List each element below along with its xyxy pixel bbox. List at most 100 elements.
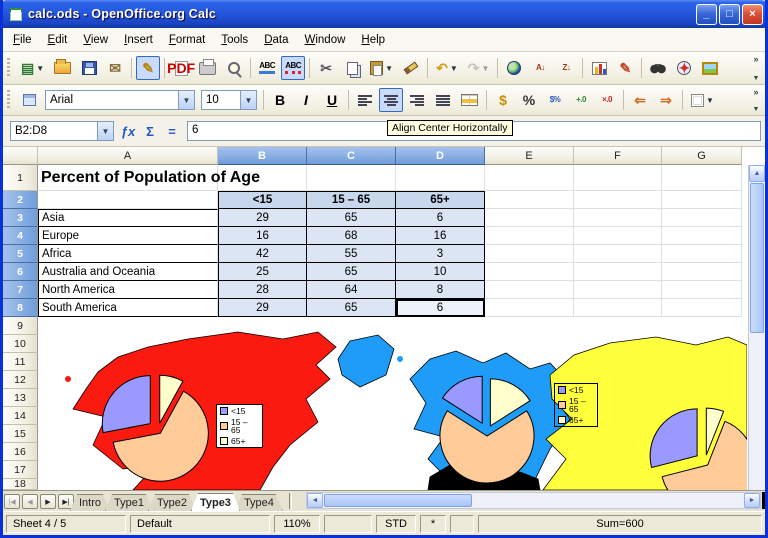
hyperlink-button[interactable] [502, 56, 526, 80]
page-preview-button[interactable] [222, 56, 246, 80]
cell-G8[interactable] [662, 299, 742, 317]
cell-G2[interactable] [662, 191, 742, 209]
first-sheet-button[interactable]: |◀ [4, 494, 20, 509]
paste-button[interactable]: ▼ [366, 56, 397, 80]
row-header-17[interactable]: 17 [3, 461, 38, 479]
delete-decimal-button[interactable]: ×.0 [595, 88, 619, 112]
align-right-button[interactable] [405, 88, 429, 112]
cell-reference[interactable]: B2:D8 [11, 125, 97, 137]
row-header-13[interactable]: 13 [3, 389, 38, 407]
font-name-value[interactable]: Arial [46, 94, 178, 106]
cell-B2[interactable]: <15 [218, 191, 307, 209]
underline-button[interactable]: U [320, 88, 344, 112]
cell-C4[interactable]: 68 [307, 227, 396, 245]
cell-C3[interactable]: 65 [307, 209, 396, 227]
row-header-14[interactable]: 14 [3, 407, 38, 425]
sort-ascending-button[interactable]: A↓ [528, 56, 552, 80]
export-pdf-button[interactable]: PDF [169, 56, 193, 80]
redo-button[interactable]: ↷▼ [464, 56, 494, 80]
merge-cells-button[interactable] [457, 88, 482, 112]
toolbar-grip[interactable] [7, 90, 12, 110]
sheet-tab-type4[interactable]: Type4 [235, 494, 283, 511]
restore-button[interactable]: □ [719, 4, 740, 25]
page-style[interactable]: Default [130, 515, 270, 533]
cell-E3[interactable] [485, 209, 574, 227]
cell-F3[interactable] [574, 209, 662, 227]
horizontal-scroll-thumb[interactable] [324, 494, 472, 507]
cell-A6[interactable]: Australia and Oceania [38, 263, 218, 281]
row-header-2[interactable]: 2 [3, 191, 38, 209]
percent-format-button[interactable]: % [517, 88, 541, 112]
spellcheck-button[interactable]: ABC [255, 56, 279, 80]
scroll-left-icon[interactable]: ◄ [307, 493, 323, 508]
scroll-up-icon[interactable]: ▲ [749, 165, 765, 182]
menu-data[interactable]: Data [256, 31, 296, 49]
cell-D7[interactable]: 8 [396, 281, 485, 299]
row-header-12[interactable]: 12 [3, 371, 38, 389]
find-button[interactable] [646, 56, 670, 80]
draw-functions-button[interactable]: ✎ [613, 56, 637, 80]
borders-button[interactable]: ▼ [687, 88, 718, 112]
horizontal-scroll-track[interactable] [473, 493, 744, 508]
toolbar-grip[interactable] [7, 58, 12, 78]
cell-F8[interactable] [574, 299, 662, 317]
close-button[interactable]: × [742, 4, 763, 25]
row-header-15[interactable]: 15 [3, 425, 38, 443]
align-left-button[interactable] [353, 88, 377, 112]
align-justified-button[interactable] [431, 88, 455, 112]
dropdown-arrow-icon[interactable]: ▼ [481, 64, 489, 73]
cell-G4[interactable] [662, 227, 742, 245]
cell-B6[interactable]: 25 [218, 263, 307, 281]
overflow-down-icon[interactable]: ▼ [753, 106, 760, 113]
italic-button[interactable]: I [294, 88, 318, 112]
previous-sheet-button[interactable]: ◀ [22, 494, 38, 509]
chart-legend[interactable]: <1515 – 6565+ [554, 383, 598, 427]
embedded-chart[interactable]: <1515 – 6565+ <1515 – 6565+ [38, 317, 747, 490]
name-box[interactable]: B2:D8 ▼ [10, 121, 114, 141]
gallery-button[interactable] [698, 56, 722, 80]
cell-B8[interactable]: 29 [218, 299, 307, 317]
cell-D4[interactable]: 16 [396, 227, 485, 245]
row-header-10[interactable]: 10 [3, 335, 38, 353]
cut-button[interactable]: ✂ [314, 56, 338, 80]
sum-button[interactable]: Σ [139, 121, 161, 141]
navigator-button[interactable]: ✦ [672, 56, 696, 80]
column-header-E[interactable]: E [485, 147, 574, 165]
cell-E1[interactable] [485, 165, 574, 191]
styles-window-button[interactable] [17, 88, 41, 112]
cell-C6[interactable]: 65 [307, 263, 396, 281]
edit-file-button[interactable]: ✎ [136, 56, 160, 80]
column-header-A[interactable]: A [38, 147, 218, 165]
add-decimal-button[interactable]: +.0 [569, 88, 593, 112]
scroll-right-icon[interactable]: ► [744, 493, 760, 508]
cell-F4[interactable] [574, 227, 662, 245]
cell-G6[interactable] [662, 263, 742, 281]
column-header-G[interactable]: G [662, 147, 742, 165]
cell-B4[interactable]: 16 [218, 227, 307, 245]
overflow-chevron-icon[interactable]: » [753, 54, 758, 64]
cell-D6[interactable]: 10 [396, 263, 485, 281]
last-sheet-button[interactable]: ▶| [58, 494, 74, 509]
cell-C7[interactable]: 64 [307, 281, 396, 299]
toolbar-overflow[interactable]: » ▼ [749, 87, 763, 113]
row-header-7[interactable]: 7 [3, 281, 38, 299]
open-button[interactable] [50, 56, 75, 80]
insert-mode[interactable] [324, 515, 372, 533]
align-center-button[interactable] [379, 88, 403, 112]
dropdown-arrow-icon[interactable]: ▼ [450, 64, 458, 73]
chevron-down-icon[interactable]: ▼ [97, 122, 113, 140]
cell-B3[interactable]: 29 [218, 209, 307, 227]
minimize-button[interactable]: _ [696, 4, 717, 25]
menu-format[interactable]: Format [161, 31, 213, 49]
row-header-1[interactable]: 1 [3, 165, 38, 191]
cell-A5[interactable]: Africa [38, 245, 218, 263]
zoom-level[interactable]: 110% [274, 515, 320, 533]
format-paintbrush-button[interactable] [399, 56, 423, 80]
menu-window[interactable]: Window [297, 31, 354, 49]
menu-help[interactable]: Help [353, 31, 393, 49]
cell-A4[interactable]: Europe [38, 227, 218, 245]
sort-descending-button[interactable]: Z↓ [554, 56, 578, 80]
menu-insert[interactable]: Insert [116, 31, 161, 49]
chevron-down-icon[interactable]: ▼ [178, 91, 194, 109]
chart-legend[interactable]: <1515 – 6565+ [216, 404, 263, 448]
